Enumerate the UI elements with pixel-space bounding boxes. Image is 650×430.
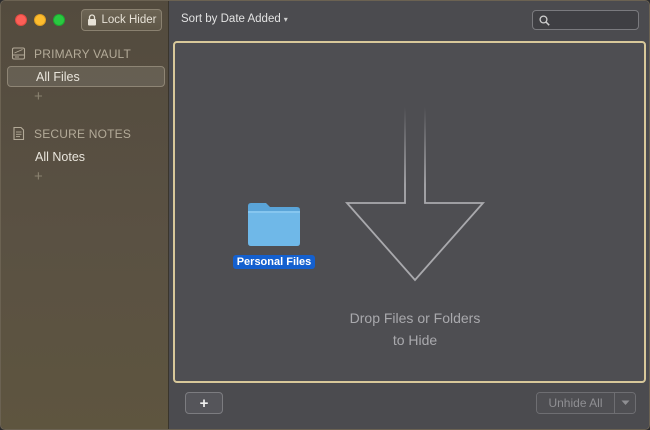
- unhide-options-button[interactable]: [615, 393, 635, 413]
- unhide-control: Unhide All: [536, 392, 636, 414]
- notes-icon: [13, 126, 25, 141]
- section-secure-notes-title: SECURE NOTES: [34, 126, 132, 141]
- lock-hider-label: Lock Hider: [101, 14, 157, 26]
- search-input[interactable]: [553, 13, 633, 27]
- main-pane: Sort by Date Added ▾ Personal Files Drop…: [169, 1, 649, 429]
- folder-name: Personal Files: [232, 255, 316, 269]
- chevron-down-icon: [621, 400, 629, 405]
- sidebar-item-label: All Notes: [35, 149, 86, 164]
- maximize-window-button[interactable]: [53, 14, 65, 26]
- add-files-button[interactable]: +: [185, 392, 223, 414]
- window-controls: [15, 14, 65, 26]
- sort-dropdown[interactable]: Sort by Date Added ▾: [181, 13, 288, 25]
- sidebar-item-all-notes[interactable]: All Notes: [7, 146, 165, 167]
- section-primary-vault: PRIMARY VAULT: [11, 46, 131, 61]
- minimize-window-button[interactable]: [34, 14, 46, 26]
- sidebar: Lock Hider PRIMARY VAULT All Files + SEC…: [1, 1, 169, 429]
- drop-arrow-icon: [345, 107, 485, 282]
- search-field[interactable]: [532, 10, 639, 30]
- close-window-button[interactable]: [15, 14, 27, 26]
- section-secure-notes: SECURE NOTES: [11, 126, 131, 141]
- add-vault-item-button[interactable]: +: [34, 89, 43, 104]
- drop-hint: Drop Files or Folders to Hide: [325, 307, 505, 351]
- chevron-down-icon: ▾: [283, 15, 288, 24]
- section-primary-vault-title: PRIMARY VAULT: [34, 46, 132, 61]
- folder-item[interactable]: Personal Files: [231, 201, 317, 270]
- search-icon: [539, 15, 550, 26]
- sidebar-item-label: All Files: [36, 69, 80, 84]
- lock-icon: [87, 14, 96, 26]
- drive-icon: [11, 47, 26, 60]
- lock-hider-button[interactable]: Lock Hider: [81, 9, 162, 31]
- sidebar-item-all-files[interactable]: All Files: [7, 66, 165, 87]
- add-note-button[interactable]: +: [34, 169, 43, 184]
- drop-hint-line-2: to Hide: [392, 332, 438, 348]
- sort-label: Sort by Date Added: [181, 13, 281, 25]
- folder-icon: [248, 203, 300, 246]
- unhide-all-button[interactable]: Unhide All: [537, 393, 615, 413]
- app-window: Lock Hider PRIMARY VAULT All Files + SEC…: [0, 0, 650, 430]
- drop-hint-line-1: Drop Files or Folders: [349, 310, 481, 326]
- drop-zone[interactable]: Personal Files Drop Files or Folders to …: [173, 41, 646, 383]
